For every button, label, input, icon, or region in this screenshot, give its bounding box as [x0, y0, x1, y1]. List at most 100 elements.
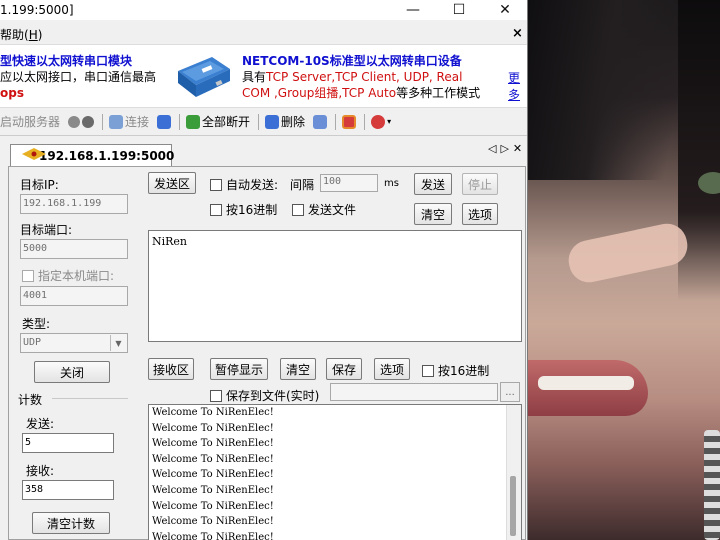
target-port-input[interactable]: 5000	[20, 239, 128, 259]
gear-icon	[68, 115, 81, 128]
toolbar-separator	[258, 113, 260, 130]
target-port-label: 目标端口:	[20, 223, 73, 237]
receive-line: Welcome To NiRenElec!	[152, 422, 274, 434]
save-button[interactable]: 保存	[326, 358, 362, 380]
device-product-image[interactable]	[172, 51, 234, 103]
interval-label: 间隔	[290, 178, 315, 192]
receive-line: Welcome To NiRenElec!	[152, 407, 274, 418]
minimize-button[interactable]: —	[392, 0, 434, 20]
counter-group-divider	[52, 398, 128, 399]
network-icon	[157, 114, 172, 129]
desktop-wallpaper	[528, 0, 720, 540]
maximize-button[interactable]: ☐	[438, 0, 480, 20]
start-server-button[interactable]: 启动服务器	[0, 113, 60, 130]
receive-scrollbar-thumb[interactable]	[510, 476, 516, 536]
checkbox-box	[422, 364, 434, 377]
specify-local-port-checkbox[interactable]: 指定本机端口:	[22, 267, 114, 284]
toolbar: 启动服务器 连接 全部断开 删除 ▾	[0, 108, 527, 136]
settings-button[interactable]	[68, 115, 95, 128]
browse-button[interactable]: ...	[500, 382, 520, 402]
receive-line: Welcome To NiRenElec!	[152, 484, 274, 496]
interval-unit: ms	[384, 178, 399, 189]
counter-group-label: 计数	[18, 393, 43, 407]
sent-count-label: 发送:	[26, 417, 55, 431]
delete-icon	[265, 114, 280, 129]
maximize-icon: ☐	[452, 2, 466, 18]
receive-line: Welcome To NiRenElec!	[152, 516, 274, 528]
toolbar-separator	[364, 113, 366, 130]
toolbar-separator	[102, 113, 104, 130]
receive-line: Welcome To NiRenElec!	[152, 453, 274, 465]
menu-bar: 帮助(H) ×	[0, 20, 527, 44]
close-document-icon[interactable]: ×	[512, 26, 523, 41]
checkbox-box	[22, 269, 34, 282]
clear-receive-button[interactable]: 清空	[280, 358, 316, 380]
save-file-path-input[interactable]	[330, 383, 498, 401]
connect-button[interactable]: 连接	[109, 113, 149, 130]
wallpaper-bandage-shape	[564, 219, 692, 287]
connection-icon	[22, 148, 46, 160]
interval-input[interactable]: 100	[320, 174, 378, 192]
receive-line: Welcome To NiRenElec!	[152, 500, 274, 512]
delete-all-icon	[313, 114, 328, 129]
clear-counter-button[interactable]: 清空计数	[32, 512, 110, 534]
save-to-file-checkbox[interactable]: 保存到文件(实时)	[210, 387, 319, 404]
disconnect-all-button[interactable]: 全部断开	[186, 113, 250, 130]
app-window: 1.199:5000] — ☐ ✕ 帮助(H) × 型快速以太网转串口模块 应以…	[0, 0, 528, 540]
send-button[interactable]: 发送	[414, 173, 452, 195]
send-file-checkbox[interactable]: 发送文件	[292, 201, 356, 218]
wallpaper-chain-shape	[704, 430, 720, 540]
record-button[interactable]	[342, 114, 357, 129]
send-textarea[interactable]: NiRen	[148, 230, 522, 342]
pause-display-button[interactable]: 暂停显示	[210, 358, 268, 380]
checkbox-box	[210, 178, 222, 191]
title-bar[interactable]: 1.199:5000] — ☐ ✕	[0, 0, 527, 20]
menu-help[interactable]: 帮助(H)	[0, 26, 42, 43]
local-port-input[interactable]: 4001	[20, 286, 128, 306]
chevron-down-icon[interactable]: ▼	[110, 335, 126, 351]
checkbox-box	[292, 203, 304, 216]
type-label: 类型:	[22, 317, 51, 331]
record-icon	[342, 114, 357, 129]
checkbox-box	[210, 203, 222, 216]
wallpaper-eye-shape	[698, 172, 720, 194]
help-icon	[371, 114, 386, 129]
help-button[interactable]: ▾	[371, 114, 391, 129]
auto-send-checkbox[interactable]: 自动发送:	[210, 176, 278, 193]
ad-left-text[interactable]: 型快速以太网转串口模块 应以太网接口，串口通信最高 ops	[0, 53, 156, 101]
close-window-button[interactable]: ✕	[484, 0, 526, 20]
disconnect-button[interactable]	[157, 114, 172, 129]
receive-area-button[interactable]: 接收区	[148, 358, 194, 380]
send-options-button[interactable]: 选项	[462, 203, 498, 225]
more-link[interactable]: 更多	[508, 69, 527, 103]
delete-all-button[interactable]	[313, 114, 328, 129]
stop-button[interactable]: 停止	[462, 173, 498, 195]
target-ip-input[interactable]: 192.168.1.199	[20, 194, 128, 214]
send-area-button[interactable]: 发送区	[148, 172, 196, 194]
checkbox-box	[210, 389, 222, 402]
ad-right-text[interactable]: NETCOM-10S标准型以太网转串口设备 具有TCP Server,TCP C…	[242, 53, 480, 101]
hex-display-checkbox[interactable]: 按16进制	[422, 362, 489, 379]
receive-options-button[interactable]: 选项	[374, 358, 410, 380]
toolbar-separator	[179, 113, 181, 130]
receive-textarea[interactable]: Welcome To NiRenElec! Welcome To NiRenEl…	[148, 404, 522, 540]
tab-label: 192.168.1.199:5000	[39, 148, 175, 163]
clear-send-button[interactable]: 清空	[414, 203, 452, 225]
received-count-field: 358	[22, 480, 114, 500]
receive-line: Welcome To NiRenElec!	[152, 438, 274, 450]
tab-controls[interactable]: ◁▷✕	[488, 142, 526, 155]
receive-line: Welcome To NiRenElec!	[152, 531, 274, 540]
hex-send-checkbox[interactable]: 按16进制	[210, 201, 277, 218]
stop-circle-icon	[82, 115, 95, 128]
wallpaper-teeth-shape	[538, 376, 634, 390]
sent-count-field: 5	[22, 433, 114, 453]
delete-button[interactable]: 删除	[265, 113, 305, 130]
close-connection-button[interactable]: 关闭	[34, 361, 110, 383]
target-ip-label: 目标IP:	[20, 178, 59, 192]
receive-line: Welcome To NiRenElec!	[152, 469, 274, 481]
minimize-icon: —	[406, 2, 420, 18]
received-count-label: 接收:	[26, 464, 55, 478]
toolbar-separator	[335, 113, 337, 130]
close-icon: ✕	[499, 2, 511, 18]
ad-banner[interactable]: 型快速以太网转串口模块 应以太网接口，串口通信最高 ops NETCOM-10S…	[0, 44, 527, 108]
